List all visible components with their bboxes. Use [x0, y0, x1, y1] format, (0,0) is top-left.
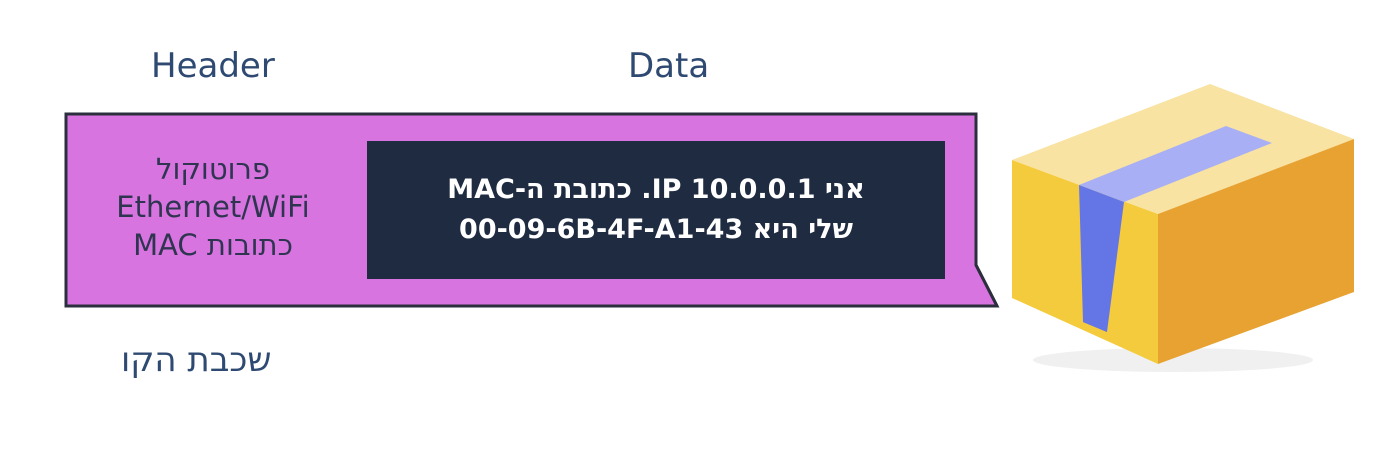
header-ethernet-line: Ethernet/WiFi [116, 190, 310, 224]
link-layer-label: שכבת הקו [121, 340, 272, 380]
package-icon [1012, 84, 1354, 372]
header-mac-line: כתובות MAC [133, 228, 293, 262]
header-box-text: פרוטוקול Ethernet/WiFi כתובות MAC [68, 150, 358, 264]
data-box-text: אני IP 10.0.0.1. כתובת ה-MAC שלי היא 00-… [367, 141, 945, 279]
data-line-1: אני IP 10.0.0.1. כתובת ה-MAC [447, 174, 865, 205]
header-protocol-line: פרוטוקול [155, 152, 271, 186]
data-line-2: שלי היא 00-09-6B-4F-A1-43 [459, 214, 853, 245]
